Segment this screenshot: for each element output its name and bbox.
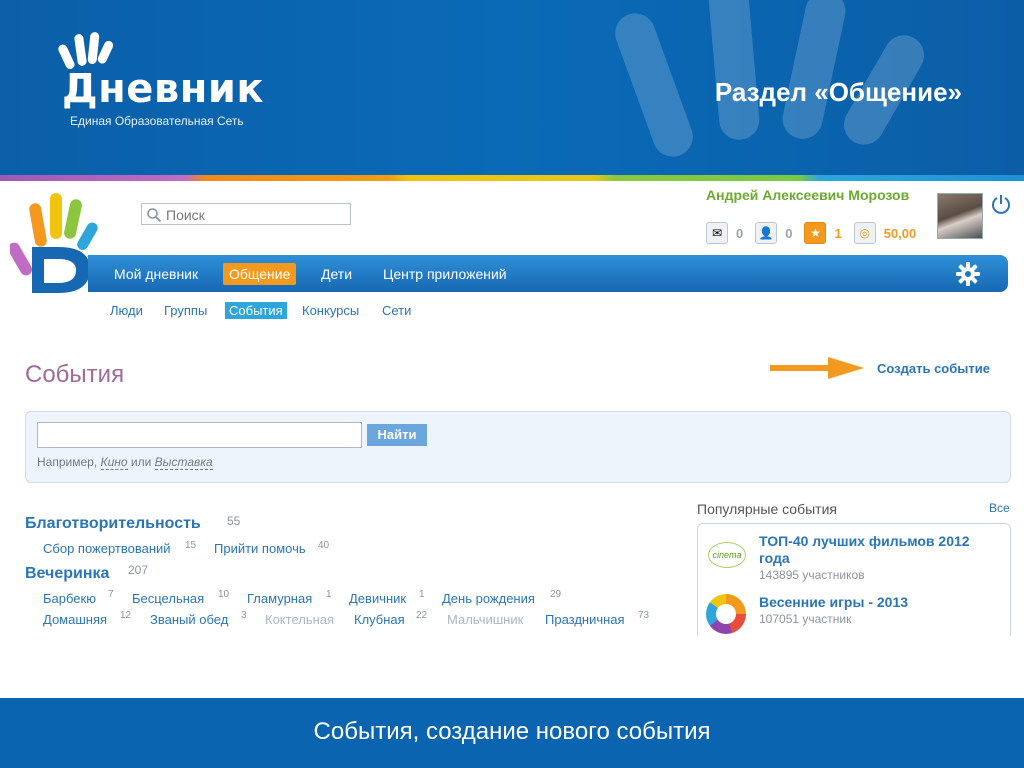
category-party[interactable]: Вечеринка — [25, 565, 109, 583]
friends-counter[interactable]: 👤 0 — [755, 222, 792, 244]
tag-barbecue[interactable]: Барбекю — [43, 591, 96, 606]
search-hint: Например, Кино или Выставка — [37, 455, 213, 470]
page-title: События — [25, 361, 125, 388]
tag-home[interactable]: Домашняя — [43, 612, 107, 627]
subnav-item-groups[interactable]: Группы — [160, 302, 211, 319]
notifications-icon: ★ — [804, 222, 827, 244]
friends-count: 0 — [785, 225, 793, 241]
tag-count: 10 — [218, 589, 230, 600]
tag-club[interactable]: Клубная — [354, 612, 405, 627]
slide-header-banner: Дневник Единая Образовательная Сеть Разд… — [0, 0, 1024, 175]
subnav-item-people[interactable]: Люди — [106, 302, 147, 319]
hint-or: или — [130, 455, 152, 469]
event-search-input[interactable] — [37, 422, 362, 448]
mail-icon: ✉ — [706, 222, 728, 244]
popular-event-participants: 107051 участник — [759, 612, 852, 626]
popular-events-box: cinema ТОП-40 лучших фильмов 2012 года 1… — [697, 523, 1011, 636]
hint-example-cinema[interactable]: Кино — [100, 455, 128, 470]
tag-come-help[interactable]: Прийти помочь — [214, 541, 306, 556]
nav-item-my-diary[interactable]: Мой дневник — [108, 263, 204, 285]
popular-events-title: Популярные события — [697, 501, 837, 517]
logo-subtitle: Единая Образовательная Сеть — [70, 114, 244, 128]
nav-item-children[interactable]: Дети — [315, 263, 358, 285]
main-navigation: Мой дневник Общение Дети Центр приложени… — [88, 255, 1008, 292]
notifications-counter[interactable]: ★ 1 — [804, 222, 842, 244]
category-count: 207 — [128, 563, 149, 577]
subnav-item-events[interactable]: События — [225, 302, 287, 319]
balance-value: 50,00 — [883, 225, 917, 241]
app-screenshot: Поиск Андрей Алексеевич Морозов ✉ 0 👤 0 … — [0, 181, 1024, 636]
global-search-input[interactable]: Поиск — [141, 203, 351, 225]
tag-festive[interactable]: Праздничная — [545, 612, 625, 627]
friends-icon: 👤 — [755, 222, 778, 244]
messages-count: 0 — [736, 225, 744, 241]
tag-hen-party[interactable]: Девичник — [349, 591, 406, 606]
notifications-count: 1 — [834, 225, 842, 241]
tag-count: 40 — [318, 540, 330, 551]
tag-count: 29 — [550, 589, 562, 600]
tag-birthday[interactable]: День рождения — [442, 591, 535, 606]
slide-title: Раздел «Общение» — [714, 77, 962, 107]
tag-count: 12 — [120, 610, 132, 621]
popular-event-title[interactable]: Весенние игры - 2013 — [759, 594, 908, 611]
event-search-panel: Найти Например, Кино или Выставка — [25, 411, 1011, 483]
sub-navigation: Люди Группы События Конкурсы Сети — [0, 300, 600, 322]
popular-all-link[interactable]: Все — [989, 501, 1010, 515]
tag-count: 22 — [416, 610, 428, 621]
tag-glamorous[interactable]: Гламурная — [247, 591, 312, 606]
nav-item-communication[interactable]: Общение — [223, 263, 297, 285]
logout-power-icon[interactable] — [990, 193, 1012, 215]
tag-count: 15 — [185, 540, 197, 551]
popular-event-title[interactable]: ТОП-40 лучших фильмов 2012 года — [759, 533, 999, 567]
tag-count: 1 — [326, 589, 332, 600]
user-name-link[interactable]: Андрей Алексеевич Морозов — [706, 187, 909, 203]
tag-aimless[interactable]: Бесцельная — [132, 591, 204, 606]
tag-count: 7 — [108, 589, 114, 600]
tag-stag-party[interactable]: Мальчишник — [447, 612, 523, 627]
header-counters: ✉ 0 👤 0 ★ 1 ◎ 50,00 — [706, 221, 928, 245]
hint-prefix: Например, — [37, 455, 98, 469]
search-placeholder: Поиск — [166, 207, 205, 223]
dnevnik-logo-text: Дневник — [62, 66, 265, 112]
balance-counter[interactable]: ◎ 50,00 — [853, 222, 917, 244]
create-event-link[interactable]: Создать событие — [877, 361, 990, 376]
hint-example-exhibition[interactable]: Выставка — [154, 455, 213, 470]
category-count: 55 — [227, 514, 241, 528]
slide-caption: События, создание нового события — [313, 718, 711, 745]
category-charity[interactable]: Благотворительность — [25, 515, 201, 533]
popular-event-participants: 143895 участников — [759, 568, 865, 582]
settings-gear-icon[interactable] — [956, 262, 980, 286]
subnav-item-networks[interactable]: Сети — [378, 302, 415, 319]
cinema-logo-icon[interactable]: cinema — [708, 542, 746, 568]
tag-count: 1 — [419, 589, 425, 600]
tag-cocktail[interactable]: Коктельная — [265, 612, 334, 627]
tag-donations[interactable]: Сбор пожертвований — [43, 541, 171, 556]
pointer-arrow-icon — [770, 357, 864, 379]
tag-dinner[interactable]: Званый обед — [150, 612, 228, 627]
nav-item-app-center[interactable]: Центр приложений — [377, 263, 513, 285]
spring-games-logo-icon[interactable] — [706, 594, 746, 634]
search-button[interactable]: Найти — [367, 424, 427, 446]
slide-footer-banner: События, создание нового события — [0, 698, 1024, 768]
avatar[interactable] — [937, 193, 983, 239]
coins-icon: ◎ — [853, 222, 876, 244]
tag-count: 3 — [241, 610, 247, 621]
tag-count: 73 — [638, 610, 650, 621]
search-icon — [147, 208, 162, 223]
subnav-item-contests[interactable]: Конкурсы — [298, 302, 363, 319]
messages-counter[interactable]: ✉ 0 — [706, 222, 743, 244]
